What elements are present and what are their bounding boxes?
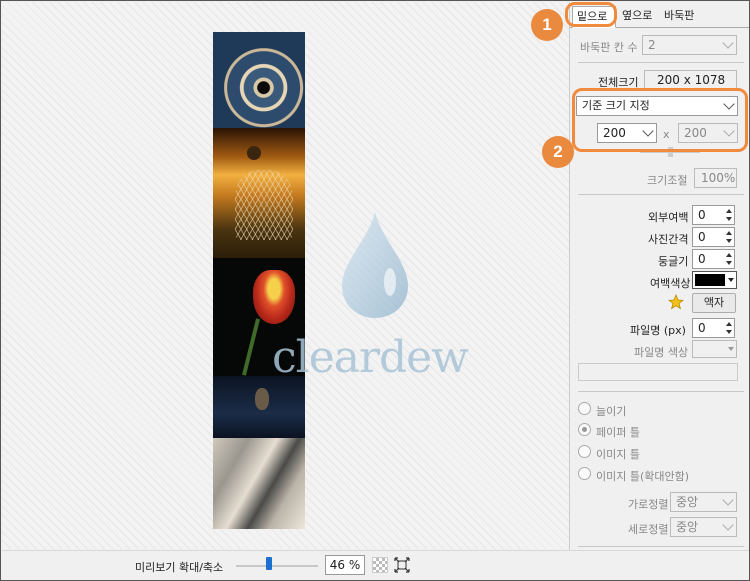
divider xyxy=(578,546,744,547)
callout-highlight-size xyxy=(572,88,748,152)
divider xyxy=(578,391,744,392)
radio-paper-frame-label: 페이퍼 틀 xyxy=(596,426,640,439)
callout-badge-2: 2 xyxy=(542,136,574,168)
photo-abstract xyxy=(213,438,305,529)
callout-highlight-tab xyxy=(565,2,617,27)
h-align-value: 중앙 xyxy=(676,495,699,509)
grid-count-select[interactable]: 2 xyxy=(642,35,737,55)
spacing-label: 사진간격 xyxy=(648,233,689,246)
radio-image-frame-noscale[interactable] xyxy=(578,467,591,480)
margin-color-label: 여백색상 xyxy=(650,277,691,290)
spinner-icon[interactable] xyxy=(724,251,733,267)
settings-panel: 밑으로 옆으로 바둑판 바둑판 칸 수 2 전체크기 200 x 1078 기준… xyxy=(569,2,749,550)
chevron-down-icon xyxy=(722,37,734,49)
color-swatch xyxy=(695,274,725,286)
fit-screen-icon[interactable] xyxy=(394,557,410,573)
callout-badge-1: 1 xyxy=(531,9,563,41)
radio-image-frame-noscale-label: 이미지 틀(확대안함) xyxy=(596,470,690,483)
dropdown-arrow-icon xyxy=(728,278,734,282)
filename-color-label: 파일명 색상 xyxy=(634,346,689,359)
scale-value: 100% xyxy=(694,168,737,188)
zoom-slider-thumb[interactable] xyxy=(265,557,272,570)
photo-owl xyxy=(213,376,305,438)
filename-value: 0 xyxy=(698,321,706,335)
radio-image-frame-label: 이미지 틀 xyxy=(596,448,640,461)
spacing-value: 0 xyxy=(698,230,706,244)
app-window: cleardew 미리보기 확대/축소 46 % 밑으로 옆으로 바둑판 바둑판… xyxy=(0,0,750,581)
tab-side[interactable]: 옆으로 xyxy=(618,6,658,28)
transparency-grid-icon[interactable] xyxy=(372,557,388,573)
zoom-slider-track[interactable] xyxy=(236,565,318,567)
spinner-icon[interactable] xyxy=(724,320,733,336)
chevron-down-icon xyxy=(722,494,734,506)
photo-fisherman xyxy=(213,128,305,258)
roundness-input[interactable]: 0 xyxy=(692,249,735,269)
roundness-value: 0 xyxy=(698,252,706,266)
tulip-stem xyxy=(242,318,260,376)
grid-count-value: 2 xyxy=(648,38,656,52)
zoom-value-field[interactable]: 46 % xyxy=(325,555,365,575)
v-align-value: 중앙 xyxy=(676,520,699,534)
filename-color-picker[interactable] xyxy=(692,340,737,358)
photo-net xyxy=(235,170,293,240)
spinner-icon[interactable] xyxy=(724,229,733,245)
zoom-label: 미리보기 확대/축소 xyxy=(135,561,224,574)
dropdown-arrow-icon xyxy=(728,347,734,351)
water-drop-icon xyxy=(342,212,408,318)
bottom-bar: 미리보기 확대/축소 46 % xyxy=(2,550,749,580)
divider xyxy=(578,62,744,63)
spinner-icon[interactable] xyxy=(724,207,733,223)
margin-color-picker[interactable] xyxy=(692,271,737,289)
tab-grid[interactable]: 바둑판 xyxy=(660,6,704,28)
radio-stretch-label: 늘이기 xyxy=(596,405,627,418)
star-icon[interactable] xyxy=(668,294,684,310)
radio-paper-frame[interactable] xyxy=(578,423,591,436)
v-align-select[interactable]: 중앙 xyxy=(670,517,737,537)
filename-label: 파일명 (px) xyxy=(630,324,686,337)
outer-margin-label: 외부여백 xyxy=(648,211,689,224)
h-align-select[interactable]: 중앙 xyxy=(670,492,737,512)
radio-image-frame[interactable] xyxy=(578,445,591,458)
outer-margin-input[interactable]: 0 xyxy=(692,205,735,225)
total-size-value: 200 x 1078 xyxy=(644,70,737,90)
filename-input[interactable]: 0 xyxy=(692,318,735,338)
merged-image-strip xyxy=(213,32,305,529)
divider xyxy=(578,194,744,195)
roundness-label: 둥글기 xyxy=(658,255,689,268)
preview-canvas: cleardew xyxy=(2,2,569,549)
v-align-label: 세로정렬 xyxy=(628,523,669,536)
photo-figure xyxy=(247,146,261,160)
tulip-flower xyxy=(253,270,295,324)
scale-label: 크기조절 xyxy=(647,174,688,187)
h-align-label: 가로정렬 xyxy=(628,498,669,511)
spacing-input[interactable]: 0 xyxy=(692,227,735,247)
radio-stretch[interactable] xyxy=(578,402,591,415)
filename-text-field[interactable] xyxy=(578,363,738,381)
outer-margin-value: 0 xyxy=(698,208,706,222)
photo-tulip xyxy=(213,258,305,376)
frame-button[interactable]: 액자 xyxy=(692,293,736,313)
chevron-down-icon xyxy=(722,519,734,531)
photo-staircase xyxy=(213,32,305,128)
grid-count-label: 바둑판 칸 수 xyxy=(580,41,638,54)
owl-shape xyxy=(255,388,269,410)
